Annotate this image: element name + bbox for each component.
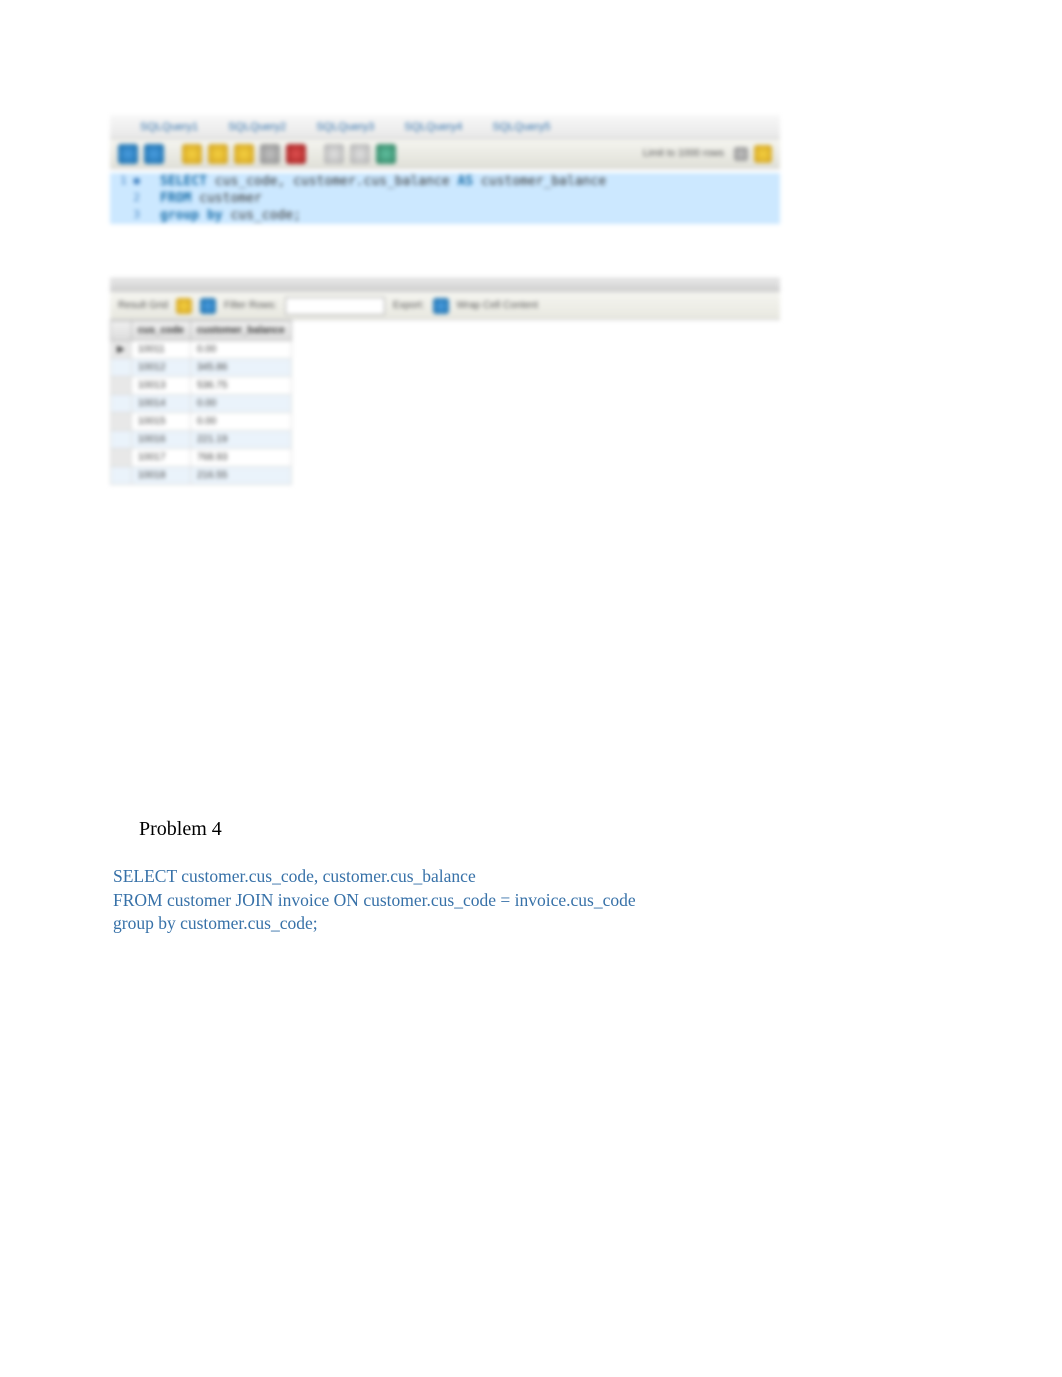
beautify-icon[interactable] — [754, 145, 772, 163]
sql-line: 1 ●SELECT cus_code, customer.cus_balance… — [110, 173, 780, 190]
table-row[interactable]: 10012345.86 — [111, 359, 292, 377]
tab-query2[interactable]: SQLQuery2 — [228, 121, 286, 133]
sql-text-line3: group by customer.cus_code; — [113, 912, 873, 936]
table-cell: 221.19 — [190, 431, 291, 449]
table-row[interactable]: ▶100110.00 — [111, 341, 292, 359]
execute-icon[interactable] — [182, 144, 202, 164]
table-cell: 10011 — [131, 341, 190, 359]
results-divider — [110, 278, 780, 292]
wrap-cell-label: Wrap Cell Content — [457, 300, 539, 311]
row-marker — [111, 413, 132, 431]
line-content: FROM customer — [160, 191, 780, 206]
filter-rows-input[interactable] — [285, 297, 385, 315]
sql-tool-screenshot: SQLQuery1 SQLQuery2 SQLQuery3 SQLQuery4 … — [110, 115, 780, 485]
tab-query3[interactable]: SQLQuery3 — [316, 121, 374, 133]
line-number: 3 — [110, 208, 160, 223]
query-tabs-bar: SQLQuery1 SQLQuery2 SQLQuery3 SQLQuery4 … — [110, 115, 780, 139]
stop-icon[interactable] — [260, 144, 280, 164]
table-cell: 10013 — [131, 377, 190, 395]
table-cell: 10014 — [131, 395, 190, 413]
line-content: SELECT cus_code, customer.cus_balance AS… — [160, 174, 780, 189]
result-grid-label: Result Grid — [118, 300, 168, 311]
row-marker — [111, 449, 132, 467]
table-cell: 10016 — [131, 431, 190, 449]
table-cell: 10018 — [131, 467, 190, 485]
table-row[interactable]: 10018216.55 — [111, 467, 292, 485]
row-marker — [111, 377, 132, 395]
export-icon[interactable] — [433, 298, 449, 314]
col-cus-code[interactable]: cus_code — [131, 321, 190, 341]
table-cell: 768.93 — [190, 449, 291, 467]
row-marker — [111, 467, 132, 485]
tab-query5[interactable]: SQLQuery5 — [492, 121, 550, 133]
tab-query1[interactable]: SQLQuery1 — [140, 121, 198, 133]
tab-query4[interactable]: SQLQuery4 — [404, 121, 462, 133]
results-table: cus_code customer_balance ▶100110.001001… — [110, 320, 292, 485]
row-marker — [111, 431, 132, 449]
table-cell: 0.00 — [190, 341, 291, 359]
line-number: 2 — [110, 191, 160, 206]
export-label: Export: — [393, 300, 425, 311]
sql-text-line1: SELECT customer.cus_code, customer.cus_b… — [113, 865, 873, 889]
limit-label: Limit to 1000 rows — [643, 148, 724, 159]
row-marker: ▶ — [111, 341, 132, 359]
problem-heading: Problem 4 — [139, 818, 873, 841]
table-cell: 345.86 — [190, 359, 291, 377]
row-marker — [111, 395, 132, 413]
filter-rows-label: Filter Rows: — [224, 300, 277, 311]
table-cell: 536.75 — [190, 377, 291, 395]
table-cell: 10015 — [131, 413, 190, 431]
row-marker-header — [111, 321, 132, 341]
results-toolbar: Result Grid Filter Rows: Export: Wrap Ce… — [110, 292, 780, 320]
rollback-icon[interactable] — [350, 144, 370, 164]
execute-current-icon[interactable] — [208, 144, 228, 164]
sql-text-line2: FROM customer JOIN invoice ON customer.c… — [113, 889, 873, 913]
line-number: 1 ● — [110, 174, 160, 189]
table-row[interactable]: 100140.00 — [111, 395, 292, 413]
table-row[interactable]: 10016221.19 — [111, 431, 292, 449]
filter-icon[interactable] — [200, 298, 216, 314]
table-cell: 216.55 — [190, 467, 291, 485]
table-row[interactable]: 100150.00 — [111, 413, 292, 431]
table-row[interactable]: 10013536.75 — [111, 377, 292, 395]
document-text: Problem 4 SELECT customer.cus_code, cust… — [113, 818, 873, 936]
explain-icon[interactable] — [234, 144, 254, 164]
row-marker — [111, 359, 132, 377]
grid-icon[interactable] — [176, 298, 192, 314]
table-cell: 0.00 — [190, 413, 291, 431]
dropdown-icon[interactable] — [734, 147, 748, 161]
table-cell: 10017 — [131, 449, 190, 467]
col-customer-balance[interactable]: customer_balance — [190, 321, 291, 341]
sql-editor[interactable]: 1 ●SELECT cus_code, customer.cus_balance… — [110, 169, 780, 228]
commit-icon[interactable] — [324, 144, 344, 164]
table-cell: 10012 — [131, 359, 190, 377]
editor-toolbar: Limit to 1000 rows — [110, 139, 780, 169]
sql-line: 2FROM customer — [110, 190, 780, 207]
table-cell: 0.00 — [190, 395, 291, 413]
save-icon[interactable] — [144, 144, 164, 164]
open-icon[interactable] — [118, 144, 138, 164]
autocommit-icon[interactable] — [376, 144, 396, 164]
line-content: group by cus_code; — [160, 208, 780, 223]
sql-line: 3group by cus_code; — [110, 207, 780, 224]
table-row[interactable]: 10017768.93 — [111, 449, 292, 467]
cancel-icon[interactable] — [286, 144, 306, 164]
